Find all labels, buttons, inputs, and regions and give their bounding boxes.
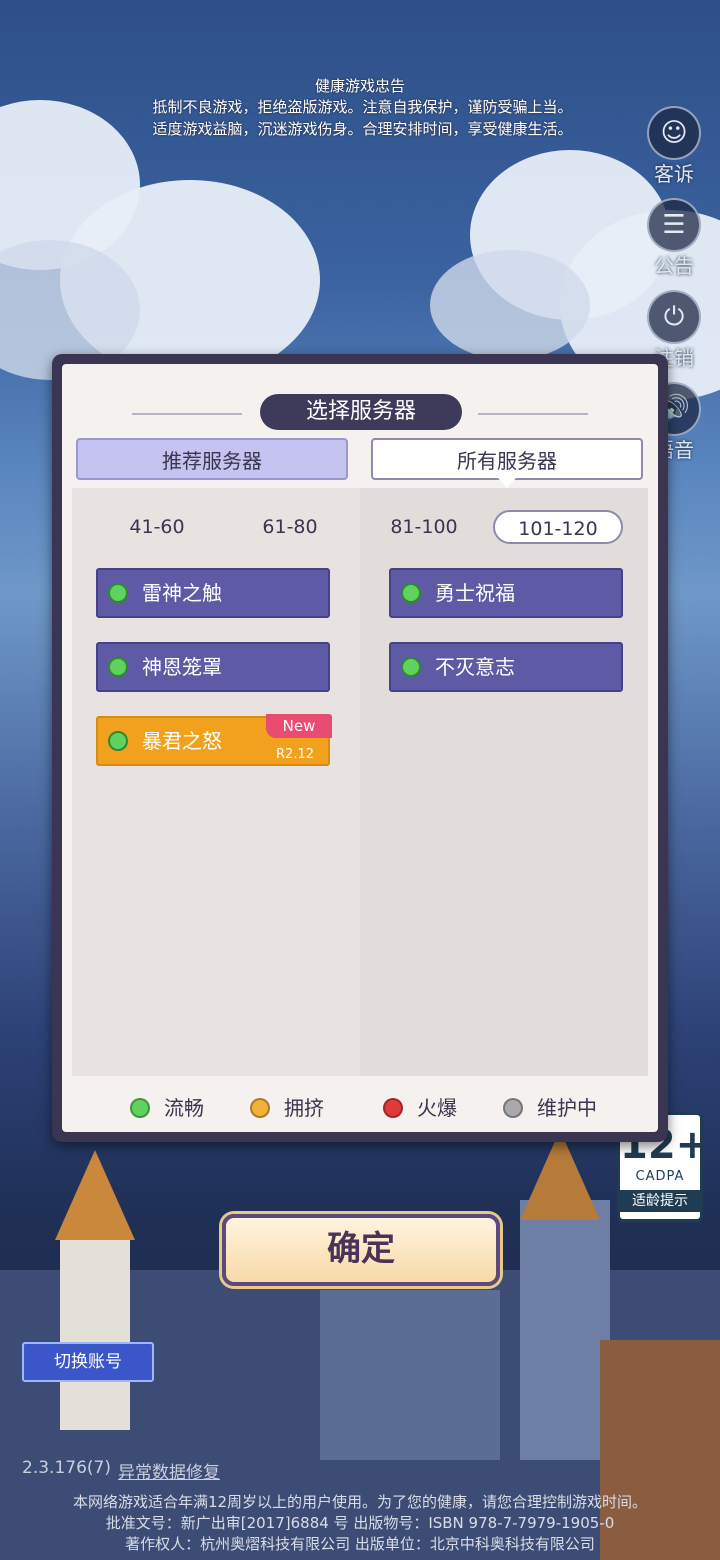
status-smooth-icon xyxy=(401,583,421,603)
server-version: R2.12 xyxy=(276,747,314,762)
notice-document-icon: ☰ xyxy=(647,198,701,252)
dialog-title: 选择服务器 xyxy=(260,394,462,430)
legend-hot: 火爆 xyxy=(383,1096,457,1120)
legend-label: 维护中 xyxy=(537,1096,597,1120)
dialog-panel: 选择服务器 推荐服务器 所有服务器 41-60 61-80 81-100 101… xyxy=(62,364,658,1132)
hot-dot-icon xyxy=(383,1098,403,1118)
legend-label: 拥挤 xyxy=(284,1096,324,1120)
server-name: 暴君之怒 xyxy=(142,729,222,753)
crowded-dot-icon xyxy=(250,1098,270,1118)
announcement-button[interactable]: ☰ 公告 xyxy=(646,198,702,279)
server-item-shenen[interactable]: 神恩笼罩 xyxy=(96,642,330,692)
server-item-bumie[interactable]: 不灭意志 xyxy=(389,642,623,692)
switch-account-button[interactable]: 切换账号 xyxy=(22,1342,154,1382)
footer-approval: 批准文号：新广出审[2017]6884 号 出版物号：ISBN 978-7-79… xyxy=(105,1514,615,1532)
server-item-yongshi[interactable]: 勇士祝福 xyxy=(389,568,623,618)
title-divider-left xyxy=(132,413,242,415)
status-smooth-icon xyxy=(108,731,128,751)
footer-age-notice: 本网络游戏适合年满12周岁以上的用户使用。为了您的健康，请您合理控制游戏时间。 xyxy=(72,1493,648,1511)
server-select-dialog: 选择服务器 推荐服务器 所有服务器 41-60 61-80 81-100 101… xyxy=(52,354,668,1142)
legend-label: 火爆 xyxy=(417,1096,457,1120)
new-badge: New xyxy=(266,714,332,738)
legal-footer: 本网络游戏适合年满12周岁以上的用户使用。为了您的健康，请您合理控制游戏时间。 … xyxy=(0,1492,720,1555)
notice-line-1: 抵制不良游戏，拒绝盗版游戏。注意自我保护，谨防受骗上当。 xyxy=(152,98,573,116)
status-legend: 流畅 拥挤 火爆 维护中 xyxy=(62,1090,658,1126)
complaint-button[interactable]: ☺ 客诉 xyxy=(646,106,702,187)
announcement-label: 公告 xyxy=(654,254,694,278)
title-divider-right xyxy=(478,413,588,415)
legend-crowded: 拥挤 xyxy=(250,1096,324,1120)
legend-maintenance: 维护中 xyxy=(503,1096,597,1120)
server-name: 勇士祝福 xyxy=(435,581,515,605)
server-name: 神恩笼罩 xyxy=(142,655,222,679)
legend-smooth: 流畅 xyxy=(130,1096,204,1120)
notice-title: 健康游戏忠告 xyxy=(314,77,405,95)
power-icon: ⏻ xyxy=(647,290,701,344)
server-item-baojun-selected[interactable]: 暴君之怒 New R2.12 xyxy=(96,714,332,766)
age-rating-tip: 适龄提示 xyxy=(620,1190,700,1212)
health-game-notice: 健康游戏忠告 抵制不良游戏，拒绝盗版游戏。注意自我保护，谨防受骗上当。 适度游戏… xyxy=(0,76,720,140)
tab-recommended-servers[interactable]: 推荐服务器 xyxy=(76,438,348,480)
smooth-dot-icon xyxy=(130,1098,150,1118)
app-version: 2.3.176(7) xyxy=(22,1458,111,1478)
server-name: 雷神之触 xyxy=(142,581,222,605)
server-name: 不灭意志 xyxy=(435,655,515,679)
tab-all-servers[interactable]: 所有服务器 xyxy=(371,438,643,480)
active-tab-pointer xyxy=(498,478,516,488)
range-61-80[interactable]: 61-80 xyxy=(225,510,355,544)
server-item-leishen[interactable]: 雷神之触 xyxy=(96,568,330,618)
data-repair-link[interactable]: 异常数据修复 xyxy=(118,1458,220,1483)
status-smooth-icon xyxy=(108,657,128,677)
confirm-button[interactable]: 确定 xyxy=(222,1214,500,1286)
range-101-120[interactable]: 101-120 xyxy=(493,510,623,544)
range-41-60[interactable]: 41-60 xyxy=(92,510,222,544)
legend-label: 流畅 xyxy=(164,1096,204,1120)
footer-copyright: 著作权人：杭州奥熠科技有限公司 出版单位：北京中科奥科技有限公司 xyxy=(125,1535,595,1553)
headset-icon: ☺ xyxy=(647,106,701,160)
dialog-title-bar: 选择服务器 xyxy=(62,394,658,434)
server-list-area[interactable]: 41-60 61-80 81-100 101-120 雷神之触 神恩笼罩 暴君之… xyxy=(72,488,648,1076)
age-rating-org: CADPA xyxy=(635,1169,685,1184)
status-smooth-icon xyxy=(108,583,128,603)
range-81-100[interactable]: 81-100 xyxy=(359,510,489,544)
status-smooth-icon xyxy=(401,657,421,677)
notice-line-2: 适度游戏益脑，沉迷游戏伤身。合理安排时间，享受健康生活。 xyxy=(152,120,573,138)
maintenance-dot-icon xyxy=(503,1098,523,1118)
complaint-label: 客诉 xyxy=(654,162,694,186)
